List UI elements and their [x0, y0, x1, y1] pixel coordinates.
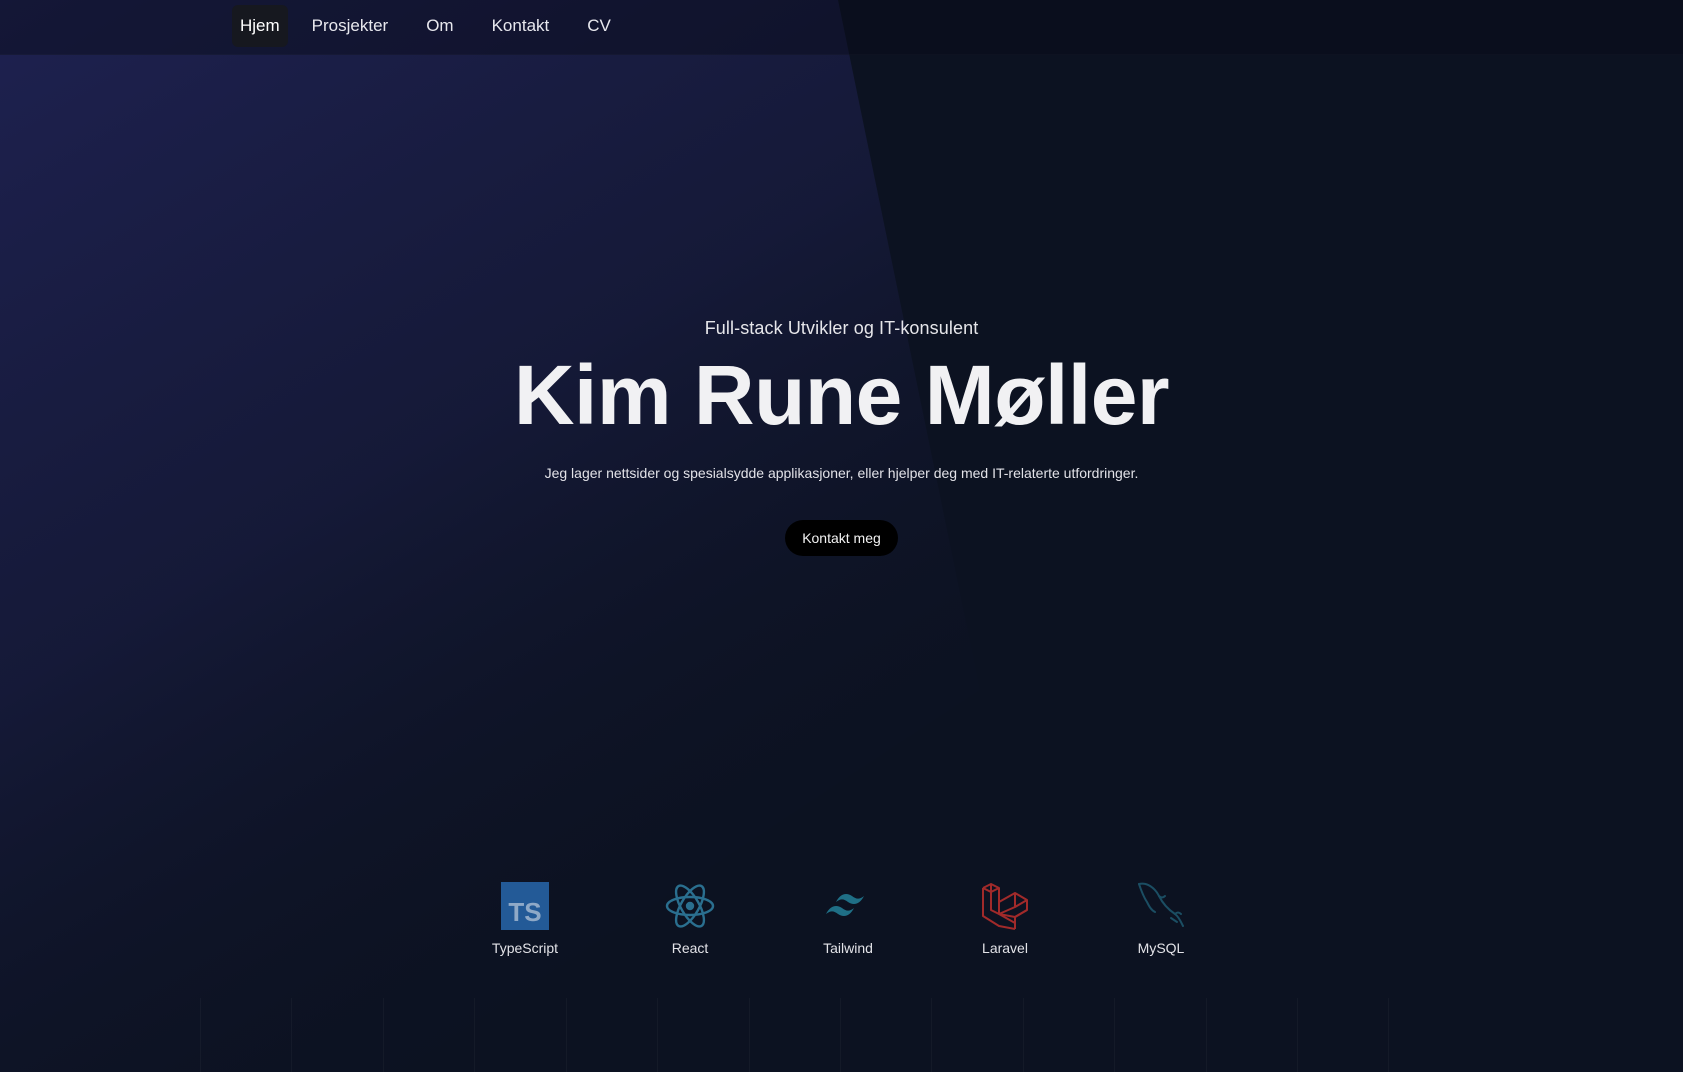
nav-item-om[interactable]: Om [418, 5, 461, 47]
typescript-icon: TS [501, 882, 549, 930]
nav-item-kontakt[interactable]: Kontakt [484, 5, 558, 47]
react-icon [665, 884, 715, 928]
mysql-icon [1138, 882, 1184, 927]
tech-label: Tailwind [823, 940, 873, 956]
tech-item-react: React [635, 880, 745, 956]
nav-links: Hjem Prosjekter Om Kontakt CV [232, 5, 633, 47]
svg-text:TS: TS [508, 897, 541, 927]
tech-label: MySQL [1137, 940, 1185, 956]
tech-label: React [671, 940, 709, 956]
tech-item-mysql: MySQL [1106, 880, 1216, 956]
top-navigation: Hjem Prosjekter Om Kontakt CV [0, 0, 1683, 55]
tailwind-icon [826, 894, 864, 916]
hero-name: Kim Rune Møller [513, 348, 1170, 442]
hero-tagline: Jeg lager nettsider og spesialsydde appl… [544, 465, 1139, 482]
hero-section: Full-stack Utvikler og IT-konsulent Kim … [0, 318, 1683, 557]
tech-item-tailwind: Tailwind [793, 880, 903, 956]
nav-item-hjem[interactable]: Hjem [232, 5, 288, 47]
page: Hjem Prosjekter Om Kontakt CV Full-stack… [0, 0, 1683, 1072]
nav-item-prosjekter[interactable]: Prosjekter [304, 5, 397, 47]
tech-item-laravel: Laravel [950, 880, 1060, 956]
contact-me-button[interactable]: Kontakt meg [785, 520, 898, 557]
tech-item-typescript: TS TypeScript [470, 880, 580, 956]
tech-label: Laravel [982, 940, 1028, 956]
laravel-icon [982, 883, 1028, 930]
decorative-grid [200, 998, 1480, 1072]
tech-label: TypeScript [491, 940, 559, 956]
nav-item-cv[interactable]: CV [579, 5, 619, 47]
hero-subtitle: Full-stack Utvikler og IT-konsulent [704, 318, 979, 338]
